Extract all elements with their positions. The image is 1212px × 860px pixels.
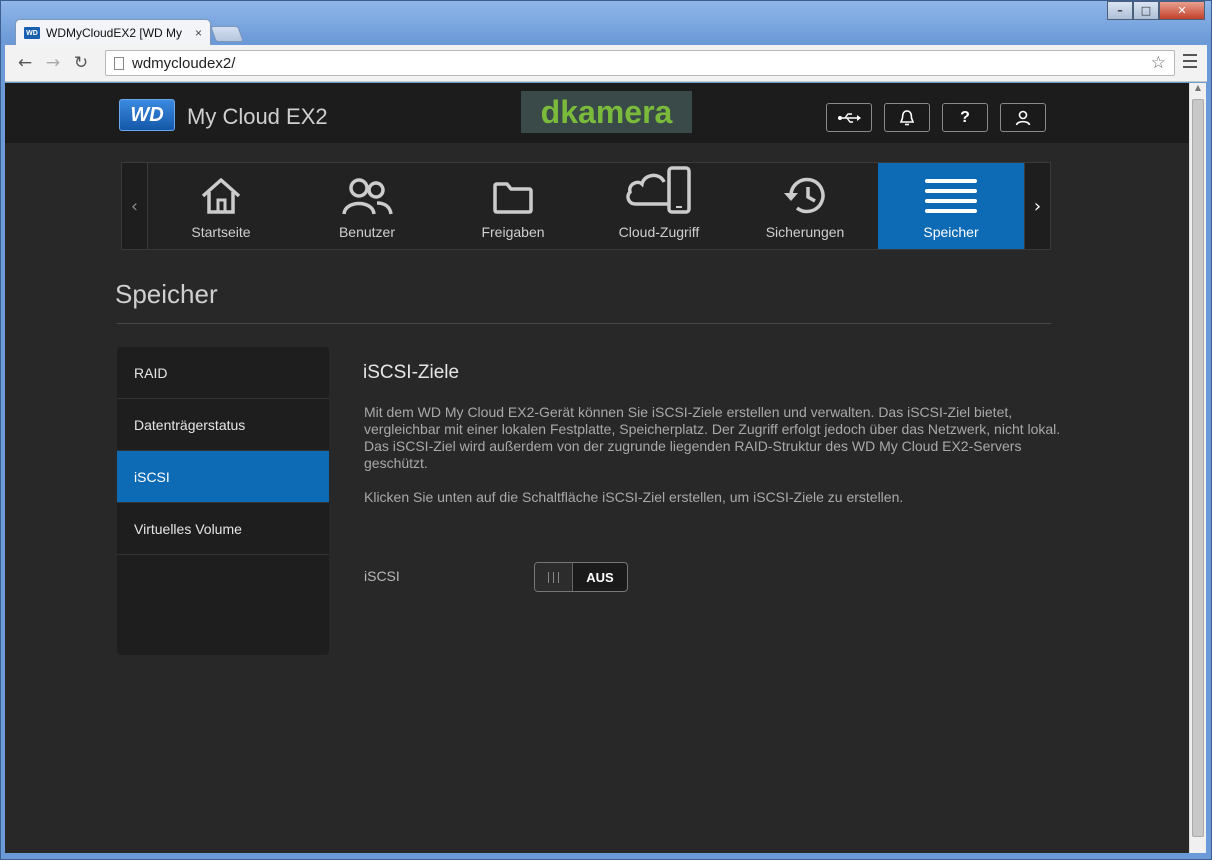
folder-icon: [493, 182, 533, 214]
url-text: wdmycloudex2/: [132, 54, 236, 72]
brand-watermark: dkamera: [521, 91, 692, 133]
page-title: Speicher: [115, 279, 218, 309]
nav-item-benutzer[interactable]: Benutzer: [294, 163, 440, 249]
content-heading: iSCSI-Ziele: [363, 362, 460, 383]
new-tab-button[interactable]: [210, 26, 244, 42]
close-window-button[interactable]: ✕: [1159, 1, 1205, 20]
window-controls: – □ ✕: [1107, 1, 1205, 21]
toggle-knob[interactable]: [535, 563, 573, 591]
scrollbar-thumb[interactable]: [1192, 99, 1204, 837]
storage-sidebar: RAID Datenträgerstatus iSCSI Virtuelles …: [117, 347, 329, 655]
minimize-button[interactable]: –: [1107, 1, 1133, 20]
nav-item-label: Sicherungen: [765, 224, 845, 240]
wd-logo: WD: [119, 99, 175, 131]
bookmark-star-icon[interactable]: ☆: [1151, 53, 1166, 73]
notifications-button[interactable]: [884, 103, 930, 132]
iscsi-toggle[interactable]: AUS: [534, 562, 628, 592]
scroll-up-icon[interactable]: ▲: [1190, 83, 1206, 97]
nav-item-label: Speicher: [923, 224, 979, 240]
page-scrollbar[interactable]: ▲: [1189, 83, 1206, 853]
tab-title: WDMyCloudEX2 [WD My: [46, 26, 183, 40]
nav-next-button[interactable]: ›: [1024, 163, 1050, 249]
content-instruction: Klicken Sie unten auf die Schaltfläche i…: [364, 489, 904, 505]
page-icon: [114, 56, 124, 70]
help-button[interactable]: ?: [942, 103, 988, 132]
product-name: My Cloud EX2: [187, 104, 328, 129]
nav-item-speicher[interactable]: Speicher: [878, 163, 1024, 249]
browser-menu-icon[interactable]: [1183, 54, 1197, 72]
nav-item-cloud-zugriff[interactable]: Cloud-Zugriff: [586, 163, 732, 249]
sidebar-item-virtuelles-volume[interactable]: Virtuelles Volume: [117, 503, 329, 555]
browser-toolbar: ← → ↻ wdmycloudex2/ ☆: [5, 45, 1207, 82]
address-bar[interactable]: wdmycloudex2/ ☆: [105, 50, 1175, 76]
content-description: Mit dem WD My Cloud EX2-Gerät können Sie…: [364, 404, 1061, 471]
sidebar-item-raid[interactable]: RAID: [117, 347, 329, 399]
nav-item-startseite[interactable]: Startseite: [148, 163, 294, 249]
nav-item-sicherungen[interactable]: Sicherungen: [732, 163, 878, 249]
reload-button[interactable]: ↻: [67, 49, 95, 77]
cloud-access-icon: [626, 166, 691, 214]
nav-item-label: Startseite: [191, 224, 251, 240]
nav-item-label: Cloud-Zugriff: [618, 224, 700, 240]
nav-item-label: Freigaben: [481, 224, 545, 240]
users-icon: [342, 178, 393, 215]
usb-icon: [838, 112, 861, 123]
home-icon: [201, 178, 241, 214]
tab-close-icon[interactable]: ×: [195, 26, 202, 40]
nav-prev-button[interactable]: ‹: [122, 163, 148, 249]
forward-button[interactable]: →: [39, 49, 67, 77]
toggle-state: AUS: [586, 569, 614, 585]
bell-icon: [899, 109, 915, 125]
help-icon: ?: [960, 108, 970, 126]
page-viewport: WD My Cloud EX2 dkamera ? ‹ Startseite B…: [5, 83, 1189, 853]
wd-favicon-icon: WD: [24, 27, 40, 39]
iscsi-toggle-label: iSCSI: [364, 568, 400, 584]
sidebar-item-iscsi[interactable]: iSCSI: [117, 451, 329, 503]
title-divider: [117, 323, 1051, 324]
sidebar-item-datentraegerstatus[interactable]: Datenträgerstatus: [117, 399, 329, 451]
user-button[interactable]: [1000, 103, 1046, 132]
nav-item-freigaben[interactable]: Freigaben: [440, 163, 586, 249]
user-icon: [1015, 110, 1031, 125]
app-header: WD My Cloud EX2 dkamera ?: [5, 83, 1189, 143]
nav-item-label: Benutzer: [338, 224, 396, 240]
storage-icon: [925, 179, 977, 213]
maximize-button[interactable]: □: [1133, 1, 1159, 20]
browser-tab[interactable]: WD WDMyCloudEX2 [WD My ×: [15, 19, 211, 46]
browser-window: – □ ✕ WD WDMyCloudEX2 [WD My × ← → ↻ wdm…: [0, 0, 1212, 860]
history-icon: [784, 177, 825, 214]
back-button[interactable]: ←: [11, 49, 39, 77]
usb-button[interactable]: [826, 103, 872, 132]
main-nav: ‹ Startseite Benutzer Freigaben Cloud-Zu…: [121, 162, 1051, 250]
